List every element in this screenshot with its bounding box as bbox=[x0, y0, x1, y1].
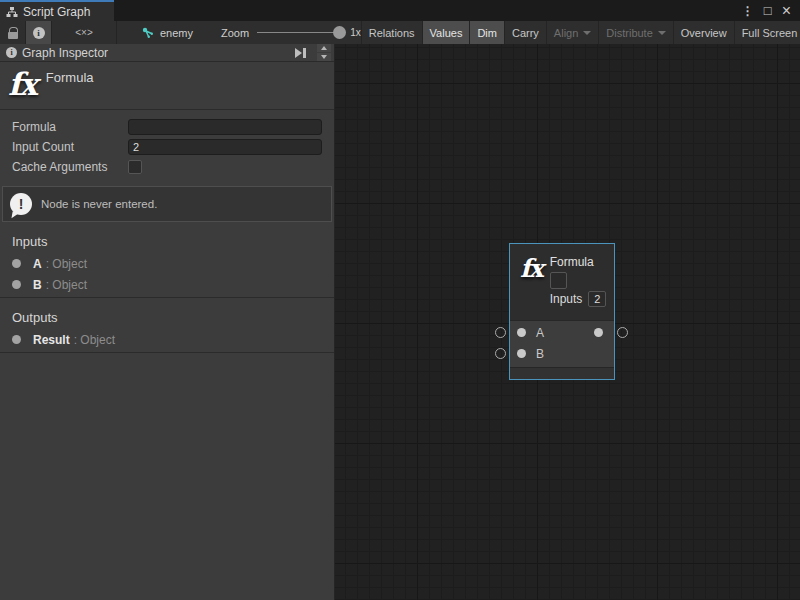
window-controls: ⋮ □ × bbox=[742, 0, 800, 21]
formula-node-header: fx Formula Inputs 2 bbox=[510, 244, 614, 320]
input-port-a[interactable] bbox=[517, 328, 526, 337]
code-icon: <×> bbox=[75, 27, 93, 38]
inspector-title: Graph Inspector bbox=[22, 46, 108, 60]
output-port-result[interactable] bbox=[594, 328, 603, 337]
window-menu-icon[interactable]: ⋮ bbox=[742, 4, 754, 18]
zoom-slider[interactable] bbox=[257, 32, 341, 33]
toolbar-button-distribute-label: Distribute bbox=[606, 27, 652, 39]
input-port-b[interactable] bbox=[517, 349, 526, 358]
formula-field-row: Formula bbox=[12, 117, 322, 137]
formula-input[interactable] bbox=[128, 119, 322, 135]
unit-title-section: fx Formula bbox=[0, 62, 334, 110]
input-name: A bbox=[33, 257, 42, 271]
toolbar-button-align[interactable]: Align bbox=[547, 21, 598, 44]
dock-icon[interactable] bbox=[295, 48, 306, 58]
toolbar-button-dim[interactable]: Dim bbox=[470, 21, 504, 44]
tab-bar: Script Graph ⋮ □ × bbox=[0, 0, 800, 21]
external-port-ring-result[interactable] bbox=[617, 327, 628, 338]
node-title: Formula bbox=[550, 255, 607, 269]
cache-arguments-checkbox[interactable] bbox=[128, 160, 142, 174]
graph-reference[interactable]: enemy bbox=[117, 21, 193, 44]
outputs-section: Outputs Result : Object bbox=[0, 298, 334, 353]
output-type: : Object bbox=[74, 333, 115, 347]
script-graph-icon bbox=[6, 6, 18, 18]
zoom-value: 1x bbox=[350, 27, 361, 38]
formula-node[interactable]: fx Formula Inputs 2 A B bbox=[509, 243, 615, 380]
input-count-field-row: Input Count bbox=[12, 137, 322, 157]
unit-title: Formula bbox=[46, 70, 94, 85]
graph-canvas[interactable]: fx Formula Inputs 2 A B bbox=[335, 44, 800, 600]
formula-field-label: Formula bbox=[12, 120, 128, 134]
window-maximize-icon[interactable]: □ bbox=[764, 3, 772, 18]
zoom-slider-handle[interactable] bbox=[333, 26, 346, 39]
lock-icon bbox=[8, 32, 18, 39]
warning-text: Node is never entered. bbox=[41, 198, 157, 210]
inspector-fields: Formula Input Count Cache Arguments bbox=[0, 110, 334, 177]
external-port-ring-a[interactable] bbox=[495, 327, 506, 338]
arrow-up-icon bbox=[321, 46, 327, 50]
inspector-header: i Graph Inspector bbox=[0, 44, 334, 62]
input-port-a-label: A bbox=[536, 326, 544, 340]
info-icon: i bbox=[33, 27, 45, 39]
dropdown-arrow-icon bbox=[583, 31, 591, 35]
formula-node-footer bbox=[510, 367, 614, 379]
zoom-label: Zoom bbox=[221, 27, 249, 39]
info-icon: i bbox=[6, 47, 17, 58]
dropdown-arrow-icon bbox=[658, 31, 666, 35]
formula-fx-icon: fx bbox=[520, 256, 542, 320]
input-count-label: Input Count bbox=[12, 140, 128, 154]
toolbar-button-carry[interactable]: Carry bbox=[505, 21, 546, 44]
graph-name: enemy bbox=[160, 27, 193, 39]
input-name: B bbox=[33, 278, 42, 292]
main-area: i Graph Inspector fx Formula Formula In bbox=[0, 44, 800, 600]
formula-fx-icon: fx bbox=[8, 67, 36, 101]
tab-label: Script Graph bbox=[23, 5, 90, 19]
toolbar-button-distribute[interactable]: Distribute bbox=[599, 21, 672, 44]
toolbar-button-align-label: Align bbox=[554, 27, 578, 39]
window: Script Graph ⋮ □ × i <×> enemy Zoom 1x bbox=[0, 0, 800, 600]
inputs-section: Inputs A : Object B : Object bbox=[0, 222, 334, 298]
code-view-button[interactable]: <×> bbox=[52, 21, 116, 44]
toolbar-buttons: Relations Values Dim Carry Align Distrib… bbox=[361, 21, 800, 44]
toolbar-button-values[interactable]: Values bbox=[423, 21, 470, 44]
input-port-b-label: B bbox=[536, 347, 544, 361]
toolbar-button-relations[interactable]: Relations bbox=[362, 21, 422, 44]
port-bullet-icon bbox=[12, 280, 21, 289]
toolbar-button-overview[interactable]: Overview bbox=[674, 21, 734, 44]
warning-box: ! Node is never entered. bbox=[2, 186, 332, 222]
lock-button[interactable] bbox=[0, 21, 25, 44]
warning-icon: ! bbox=[10, 193, 32, 215]
external-port-ring-b[interactable] bbox=[495, 348, 506, 359]
input-row-b: B : Object bbox=[12, 274, 322, 295]
window-close-icon[interactable]: × bbox=[782, 2, 791, 20]
node-inputs-label: Inputs bbox=[550, 292, 583, 306]
arrow-down-icon bbox=[321, 55, 327, 59]
zoom-control: Zoom 1x bbox=[221, 21, 361, 44]
graph-asset-icon bbox=[142, 27, 154, 39]
scrub-down-button[interactable] bbox=[317, 53, 331, 61]
node-inputs-count[interactable]: 2 bbox=[588, 291, 606, 307]
inspect-button[interactable]: i bbox=[26, 21, 51, 44]
cache-arguments-label: Cache Arguments bbox=[12, 160, 128, 174]
port-bullet-icon bbox=[12, 335, 21, 344]
input-row-a: A : Object bbox=[12, 253, 322, 274]
scrubber bbox=[317, 44, 331, 61]
output-name: Result bbox=[33, 333, 70, 347]
graph-inspector-panel: i Graph Inspector fx Formula Formula In bbox=[0, 44, 335, 600]
input-count-input[interactable] bbox=[128, 139, 322, 155]
toolbar-button-fullscreen[interactable]: Full Screen bbox=[735, 21, 800, 44]
graph-toolbar: i <×> enemy Zoom 1x Relations Values Dim bbox=[0, 21, 800, 44]
outputs-header: Outputs bbox=[12, 310, 322, 325]
formula-node-body: A B bbox=[510, 320, 614, 367]
output-row-result: Result : Object bbox=[12, 329, 322, 350]
port-bullet-icon bbox=[12, 259, 21, 268]
inputs-header: Inputs bbox=[12, 234, 322, 249]
node-formula-input[interactable] bbox=[550, 272, 567, 289]
scrub-up-button[interactable] bbox=[317, 44, 331, 52]
cache-arguments-field-row: Cache Arguments bbox=[12, 157, 322, 177]
input-type: : Object bbox=[46, 278, 87, 292]
tab-script-graph[interactable]: Script Graph bbox=[0, 0, 114, 21]
input-type: : Object bbox=[46, 257, 87, 271]
